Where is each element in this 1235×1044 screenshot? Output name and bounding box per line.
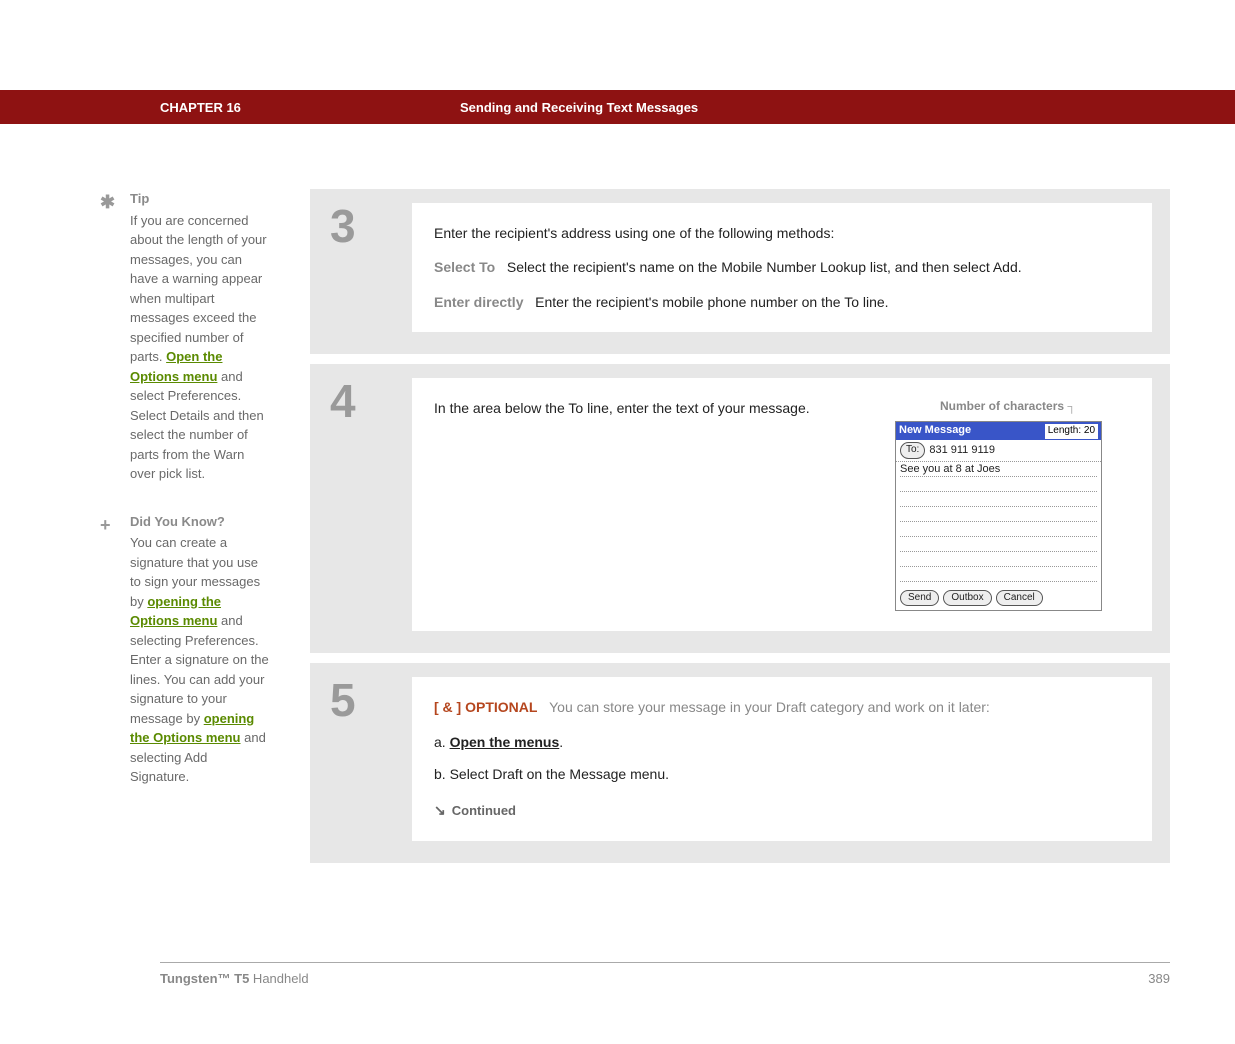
step-body: [ & ] OPTIONAL You can store your messag… (412, 677, 1152, 841)
to-button[interactable]: To: (900, 442, 925, 459)
main-steps: 3 Enter the recipient's address using on… (300, 189, 1170, 873)
arrow-down-right-icon: ↘ (434, 800, 446, 820)
dyk-text-2: and selecting Preferences. Enter a signa… (130, 613, 269, 726)
step-body: Enter the recipient's address using one … (412, 203, 1152, 332)
dyk-block: + Did You Know? You can create a signatu… (130, 512, 270, 787)
step-5: 5 [ & ] OPTIONAL You can store your mess… (310, 663, 1170, 863)
page-content: ✱ Tip If you are concerned about the len… (0, 124, 1170, 873)
tip-body: If you are concerned about the length of… (130, 211, 270, 484)
step-body: In the area below the To line, enter the… (412, 378, 1152, 631)
step3-intro: Enter the recipient's address using one … (434, 223, 1130, 243)
dyk-body: You can create a signature that you use … (130, 533, 270, 787)
step-number: 5 (330, 677, 412, 841)
open-menus-link[interactable]: Open the menus (450, 734, 560, 750)
msg-line (900, 492, 1097, 507)
device-titlebar: New Message Length: 20 (896, 422, 1101, 440)
product-name: Tungsten™ T5 Handheld (160, 971, 309, 986)
to-number[interactable]: 831 911 9119 (929, 443, 995, 459)
method1-text: Select the recipient's name on the Mobil… (507, 259, 1022, 275)
length-counter: Length: 20 (1045, 424, 1098, 439)
msg-line (900, 507, 1097, 522)
product-suffix: Handheld (249, 971, 308, 986)
page-footer: Tungsten™ T5 Handheld 389 (160, 962, 1170, 986)
msg-line-1: See you at 8 at Joes (900, 462, 1097, 477)
device-title: New Message (899, 423, 971, 439)
msg-line (900, 552, 1097, 567)
step5-a-suffix: . (559, 734, 563, 750)
product-bold: Tungsten™ T5 (160, 971, 249, 986)
send-button[interactable]: Send (900, 590, 939, 607)
msg-line (900, 537, 1097, 552)
chapter-number: CHAPTER 16 (160, 100, 460, 115)
step-number: 4 (330, 378, 412, 631)
msg-line (900, 567, 1097, 582)
step5-a-prefix: a. (434, 734, 450, 750)
step4-text: In the area below the To line, enter the… (434, 398, 860, 611)
step3-method1: Select To Select the recipient's name on… (434, 257, 1130, 277)
method1-label: Select To (434, 259, 495, 275)
msg-line (900, 477, 1097, 492)
step5-intro-line: [ & ] OPTIONAL You can store your messag… (434, 697, 1130, 717)
method2-text: Enter the recipient's mobile phone numbe… (535, 294, 888, 310)
asterisk-icon: ✱ (100, 189, 115, 216)
tip-text-1: If you are concerned about the length of… (130, 213, 267, 365)
chapter-title: Sending and Receiving Text Messages (460, 100, 698, 115)
cancel-button[interactable]: Cancel (996, 590, 1043, 607)
screenshot-caption: Number of characters (890, 398, 1130, 415)
sidebar: ✱ Tip If you are concerned about the len… (0, 189, 300, 873)
step-number: 3 (330, 203, 412, 332)
dyk-heading: Did You Know? (130, 512, 270, 532)
msg-line (900, 522, 1097, 537)
step5-b: b. Select Draft on the Message menu. (434, 764, 1130, 784)
device-button-row: Send Outbox Cancel (896, 586, 1101, 611)
continued-label: Continued (452, 803, 516, 818)
message-area[interactable]: See you at 8 at Joes (896, 462, 1101, 586)
tip-text-2: and select Preferences. Select Details a… (130, 369, 264, 482)
to-row: To: 831 911 9119 (896, 440, 1101, 462)
step3-method2: Enter directly Enter the recipient's mob… (434, 292, 1130, 312)
step5-intro: You can store your message in your Draft… (549, 699, 990, 715)
device-screenshot: New Message Length: 20 To: 831 911 9119 … (895, 421, 1102, 611)
page-number: 389 (1148, 971, 1170, 986)
method2-label: Enter directly (434, 294, 523, 310)
optional-tag: [ & ] OPTIONAL (434, 699, 537, 715)
continued-row: ↘ Continued (434, 800, 1130, 821)
tip-block: ✱ Tip If you are concerned about the len… (130, 189, 270, 484)
plus-icon: + (100, 512, 111, 539)
step-4: 4 In the area below the To line, enter t… (310, 364, 1170, 653)
screenshot-wrap: Number of characters New Message Length:… (890, 398, 1130, 611)
outbox-button[interactable]: Outbox (943, 590, 991, 607)
step5-a: a. Open the menus. (434, 732, 1130, 752)
step-3: 3 Enter the recipient's address using on… (310, 189, 1170, 354)
chapter-header: CHAPTER 16 Sending and Receiving Text Me… (0, 90, 1235, 124)
tip-heading: Tip (130, 189, 270, 209)
